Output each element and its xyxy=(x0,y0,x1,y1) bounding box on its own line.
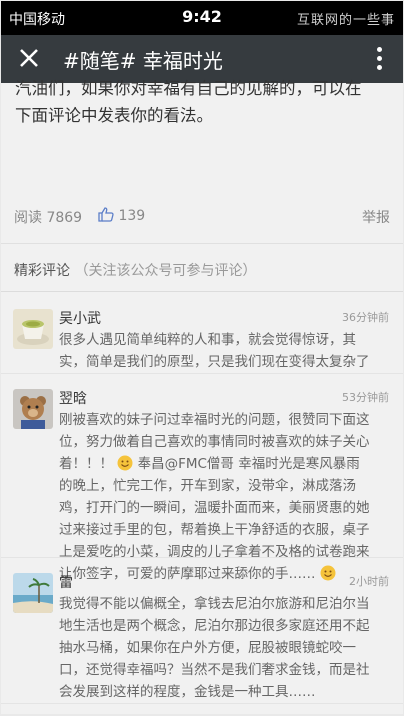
more-menu-button[interactable] xyxy=(377,47,383,74)
divider xyxy=(1,557,403,558)
comment-line: 会发展到这样的程度，金钱是一种工具…… xyxy=(59,684,316,700)
commenter-name[interactable]: 雷 xyxy=(59,572,73,592)
comment-line-part: 让你签字，可爱的萨摩耶过来舔你的手…… xyxy=(59,566,316,582)
comment-line: 着！！！ 奉昌@FMC僧哥 幸福时光是寒风暴雨 xyxy=(59,453,391,475)
comment-line: 让你签字，可爱的萨摩耶过来舔你的手…… xyxy=(59,563,391,585)
comment-line: 的晚上，忙完工作，开车到家，没带伞，淋成落汤 xyxy=(59,478,356,494)
comment-line: 口，还觉得幸福吗？当然不是我们奢求金钱，而是社 xyxy=(59,662,370,678)
comment-line: 我觉得不能以偏概全，拿钱去尼泊尔旅游和尼泊尔当 xyxy=(59,596,370,612)
smiley-emoji-icon xyxy=(117,455,133,471)
comments-title: 精彩评论 xyxy=(14,263,70,279)
comment-line-part: 着！！！ xyxy=(59,456,113,472)
avatar[interactable] xyxy=(13,309,53,349)
avatar[interactable] xyxy=(13,389,53,429)
article-line: 下面评论中发表你的看法。 xyxy=(15,106,213,125)
comment-line: 实，简单是我们的原型，只是我们现在变得太复杂了 xyxy=(59,354,370,370)
comment-line: 地生活也是两个概念，尼泊尔那边很多家庭还用不起 xyxy=(59,618,370,634)
article-body: 汽油们，如果你对幸福有自己的见解的，可以在 下面评论中发表你的看法。 xyxy=(1,75,403,129)
commenter-name[interactable]: 吴小武 xyxy=(59,308,101,328)
commenter-name[interactable]: 翌晗 xyxy=(59,388,87,408)
comment-time: 53分钟前 xyxy=(342,391,389,404)
comment-line: 位，努力做着自己喜欢的事情同时被喜欢的妹子关心 xyxy=(59,434,370,450)
comments-hint: （关注该公众号可参与评论） xyxy=(74,263,257,279)
page-title: #随笔# 幸福时光 xyxy=(63,49,223,73)
divider xyxy=(1,243,403,244)
close-icon xyxy=(20,49,38,67)
watermark: 互联网的一些事 xyxy=(296,13,395,28)
screen: 中国移动 9:42 互联网的一些事 #随笔# 幸福时光 汽油们，如果你对幸福有自… xyxy=(1,1,403,714)
comment-time: 2小时前 xyxy=(349,575,389,588)
close-button[interactable] xyxy=(15,41,45,75)
divider xyxy=(1,703,403,704)
comment-line: 鸡，打开门的一瞬间，温暖扑面而来，美丽贤惠的她 xyxy=(59,500,370,516)
comment-text: 刚被喜欢的妹子问过幸福时光的问题，很赞同下面这 位，努力做着自己喜欢的事情同时被… xyxy=(59,409,391,585)
comment-time: 36分钟前 xyxy=(342,311,389,324)
smiley-emoji-icon xyxy=(320,565,336,581)
comment-text: 我觉得不能以偏概全，拿钱去尼泊尔旅游和尼泊尔当 地生活也是两个概念，尼泊尔那边很… xyxy=(59,593,391,703)
comments-header: 精彩评论 （关注该公众号可参与评论） xyxy=(14,260,256,280)
comment-line: 上是爱吃的小菜，调皮的儿子拿着不及格的试卷跑来 xyxy=(59,544,370,560)
status-bar: 中国移动 9:42 互联网的一些事 xyxy=(1,1,403,35)
more-dot-icon xyxy=(377,47,382,52)
comment-line: 刚被喜欢的妹子问过幸福时光的问题，很赞同下面这 xyxy=(59,412,370,428)
article-line: 汽油们，如果你对幸福有自己的见解的，可以在 xyxy=(15,79,362,98)
read-count: 阅读 7869 xyxy=(14,210,83,226)
beach-avatar-icon xyxy=(13,573,53,613)
comment-line: 过来接过手里的包，帮着换上干净舒适的衣服，桌子 xyxy=(59,522,370,538)
comment-line-part: 奉昌@FMC僧哥 幸福时光是寒风暴雨 xyxy=(137,456,360,472)
like-button[interactable]: 139 xyxy=(98,207,145,224)
thumbs-up-icon xyxy=(98,207,114,222)
report-link[interactable]: 举报 xyxy=(362,207,390,227)
teddy-bear-avatar-icon xyxy=(13,389,53,429)
like-count: 139 xyxy=(118,208,146,224)
divider xyxy=(1,373,403,374)
tea-cup-avatar-icon xyxy=(13,309,53,349)
avatar[interactable] xyxy=(13,573,53,613)
comment-text: 很多人遇见简单纯粹的人和事，就会觉得惊讶，其 实，简单是我们的原型，只是我们现在… xyxy=(59,329,391,373)
more-dot-icon xyxy=(377,65,382,70)
divider xyxy=(1,291,403,292)
scroll-content[interactable]: 汽油们，如果你对幸福有自己的见解的，可以在 下面评论中发表你的看法。 阅读 78… xyxy=(1,79,403,704)
comment-line: 抽水马桶，如果你在户外方便，屁股被眼镜蛇咬一 xyxy=(59,640,356,656)
more-dot-icon xyxy=(377,56,382,61)
comment-line: 很多人遇见简单纯粹的人和事，就会觉得惊讶，其 xyxy=(59,332,356,348)
